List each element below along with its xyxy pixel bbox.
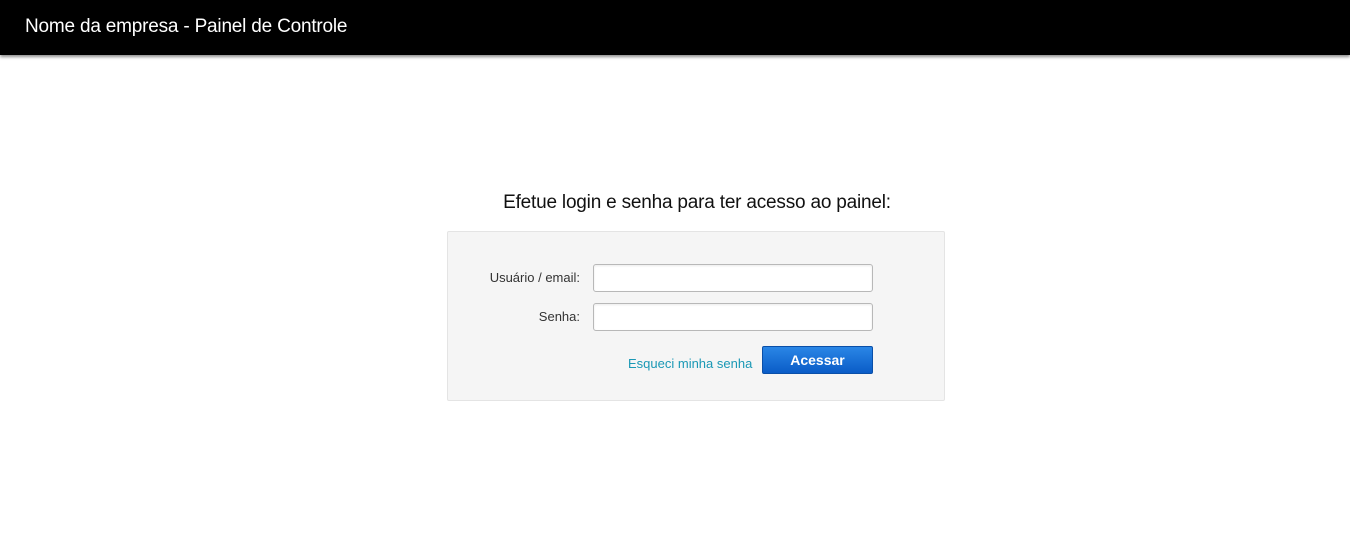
username-label: Usuário / email: [489,270,580,285]
password-label: Senha: [538,309,580,324]
app-title: Nome da empresa - Painel de Controle [25,16,348,37]
forgot-password-link[interactable]: Esqueci minha senha [628,356,752,372]
password-input[interactable] [593,303,873,331]
login-heading: Efetue login e senha para ter acesso ao … [503,192,891,213]
header-bar: Nome da empresa - Painel de Controle [0,0,1350,55]
username-input[interactable] [593,264,873,292]
login-panel: Usuário / email: Senha: Esqueci minha se… [447,231,945,401]
submit-button[interactable]: Acessar [762,346,873,374]
